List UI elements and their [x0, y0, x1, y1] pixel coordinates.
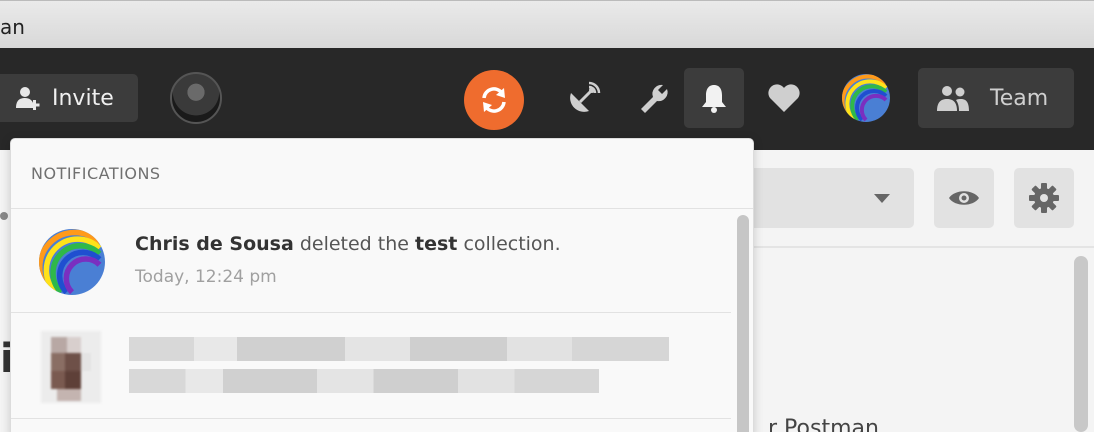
invite-button[interactable]: Invite — [0, 74, 138, 122]
sync-icon — [482, 87, 506, 113]
redacted-text — [129, 369, 599, 393]
profile-avatar[interactable] — [842, 74, 890, 122]
satellite-icon — [570, 81, 601, 112]
notification-item-redacted[interactable] — [11, 313, 731, 419]
notification-actor: Chris de Sousa — [135, 233, 294, 255]
team-icon — [937, 86, 969, 111]
notification-time: Today, 12:24 pm — [135, 267, 277, 287]
notification-message: Chris de Sousa deleted the test collecti… — [135, 233, 561, 255]
invite-user-icon — [16, 87, 40, 110]
team-label: Team — [990, 85, 1049, 111]
list-bullet — [0, 212, 8, 220]
notification-item[interactable]: Chris de Sousa deleted the test collecti… — [11, 209, 731, 313]
notifications-header: NOTIFICATIONS — [11, 139, 753, 209]
notification-avatar — [39, 229, 105, 295]
eye-icon — [949, 191, 979, 205]
wrench-icon — [641, 84, 668, 113]
notification-suffix: collection. — [463, 233, 561, 255]
notifications-scrollbar[interactable] — [737, 215, 749, 432]
chevron-down-icon — [874, 194, 890, 203]
app-window: an Invite Team i r Postman NOTIFICATIONS… — [0, 0, 1094, 432]
main-scrollbar[interactable] — [1074, 256, 1088, 432]
window-title-bar: an — [0, 0, 1094, 48]
divider — [700, 246, 1094, 248]
notification-action: deleted the — [299, 233, 409, 255]
satellite-button[interactable] — [562, 74, 606, 122]
notification-object: test — [415, 233, 458, 255]
redacted-avatar — [41, 331, 101, 403]
manage-environments-button[interactable] — [1014, 168, 1074, 228]
bell-icon — [702, 85, 726, 113]
header-bar: Invite Team — [0, 48, 1094, 150]
redacted-text — [129, 337, 669, 361]
notifications-popover: NOTIFICATIONS Chris de Sousa deleted the — [10, 138, 754, 432]
partial-text: r Postman — [768, 416, 879, 432]
favorites-button[interactable] — [762, 74, 806, 122]
gear-icon — [1029, 183, 1059, 213]
invite-label: Invite — [52, 85, 114, 111]
team-button[interactable]: Team — [918, 68, 1074, 128]
notifications-button[interactable] — [684, 68, 744, 128]
environment-quick-look-button[interactable] — [934, 168, 994, 228]
notifications-title: NOTIFICATIONS — [31, 164, 161, 183]
user-avatar[interactable] — [170, 72, 222, 124]
sync-button[interactable] — [464, 70, 524, 130]
window-title: an — [0, 15, 25, 39]
settings-wrench-button[interactable] — [632, 74, 676, 122]
heart-icon — [768, 84, 800, 112]
